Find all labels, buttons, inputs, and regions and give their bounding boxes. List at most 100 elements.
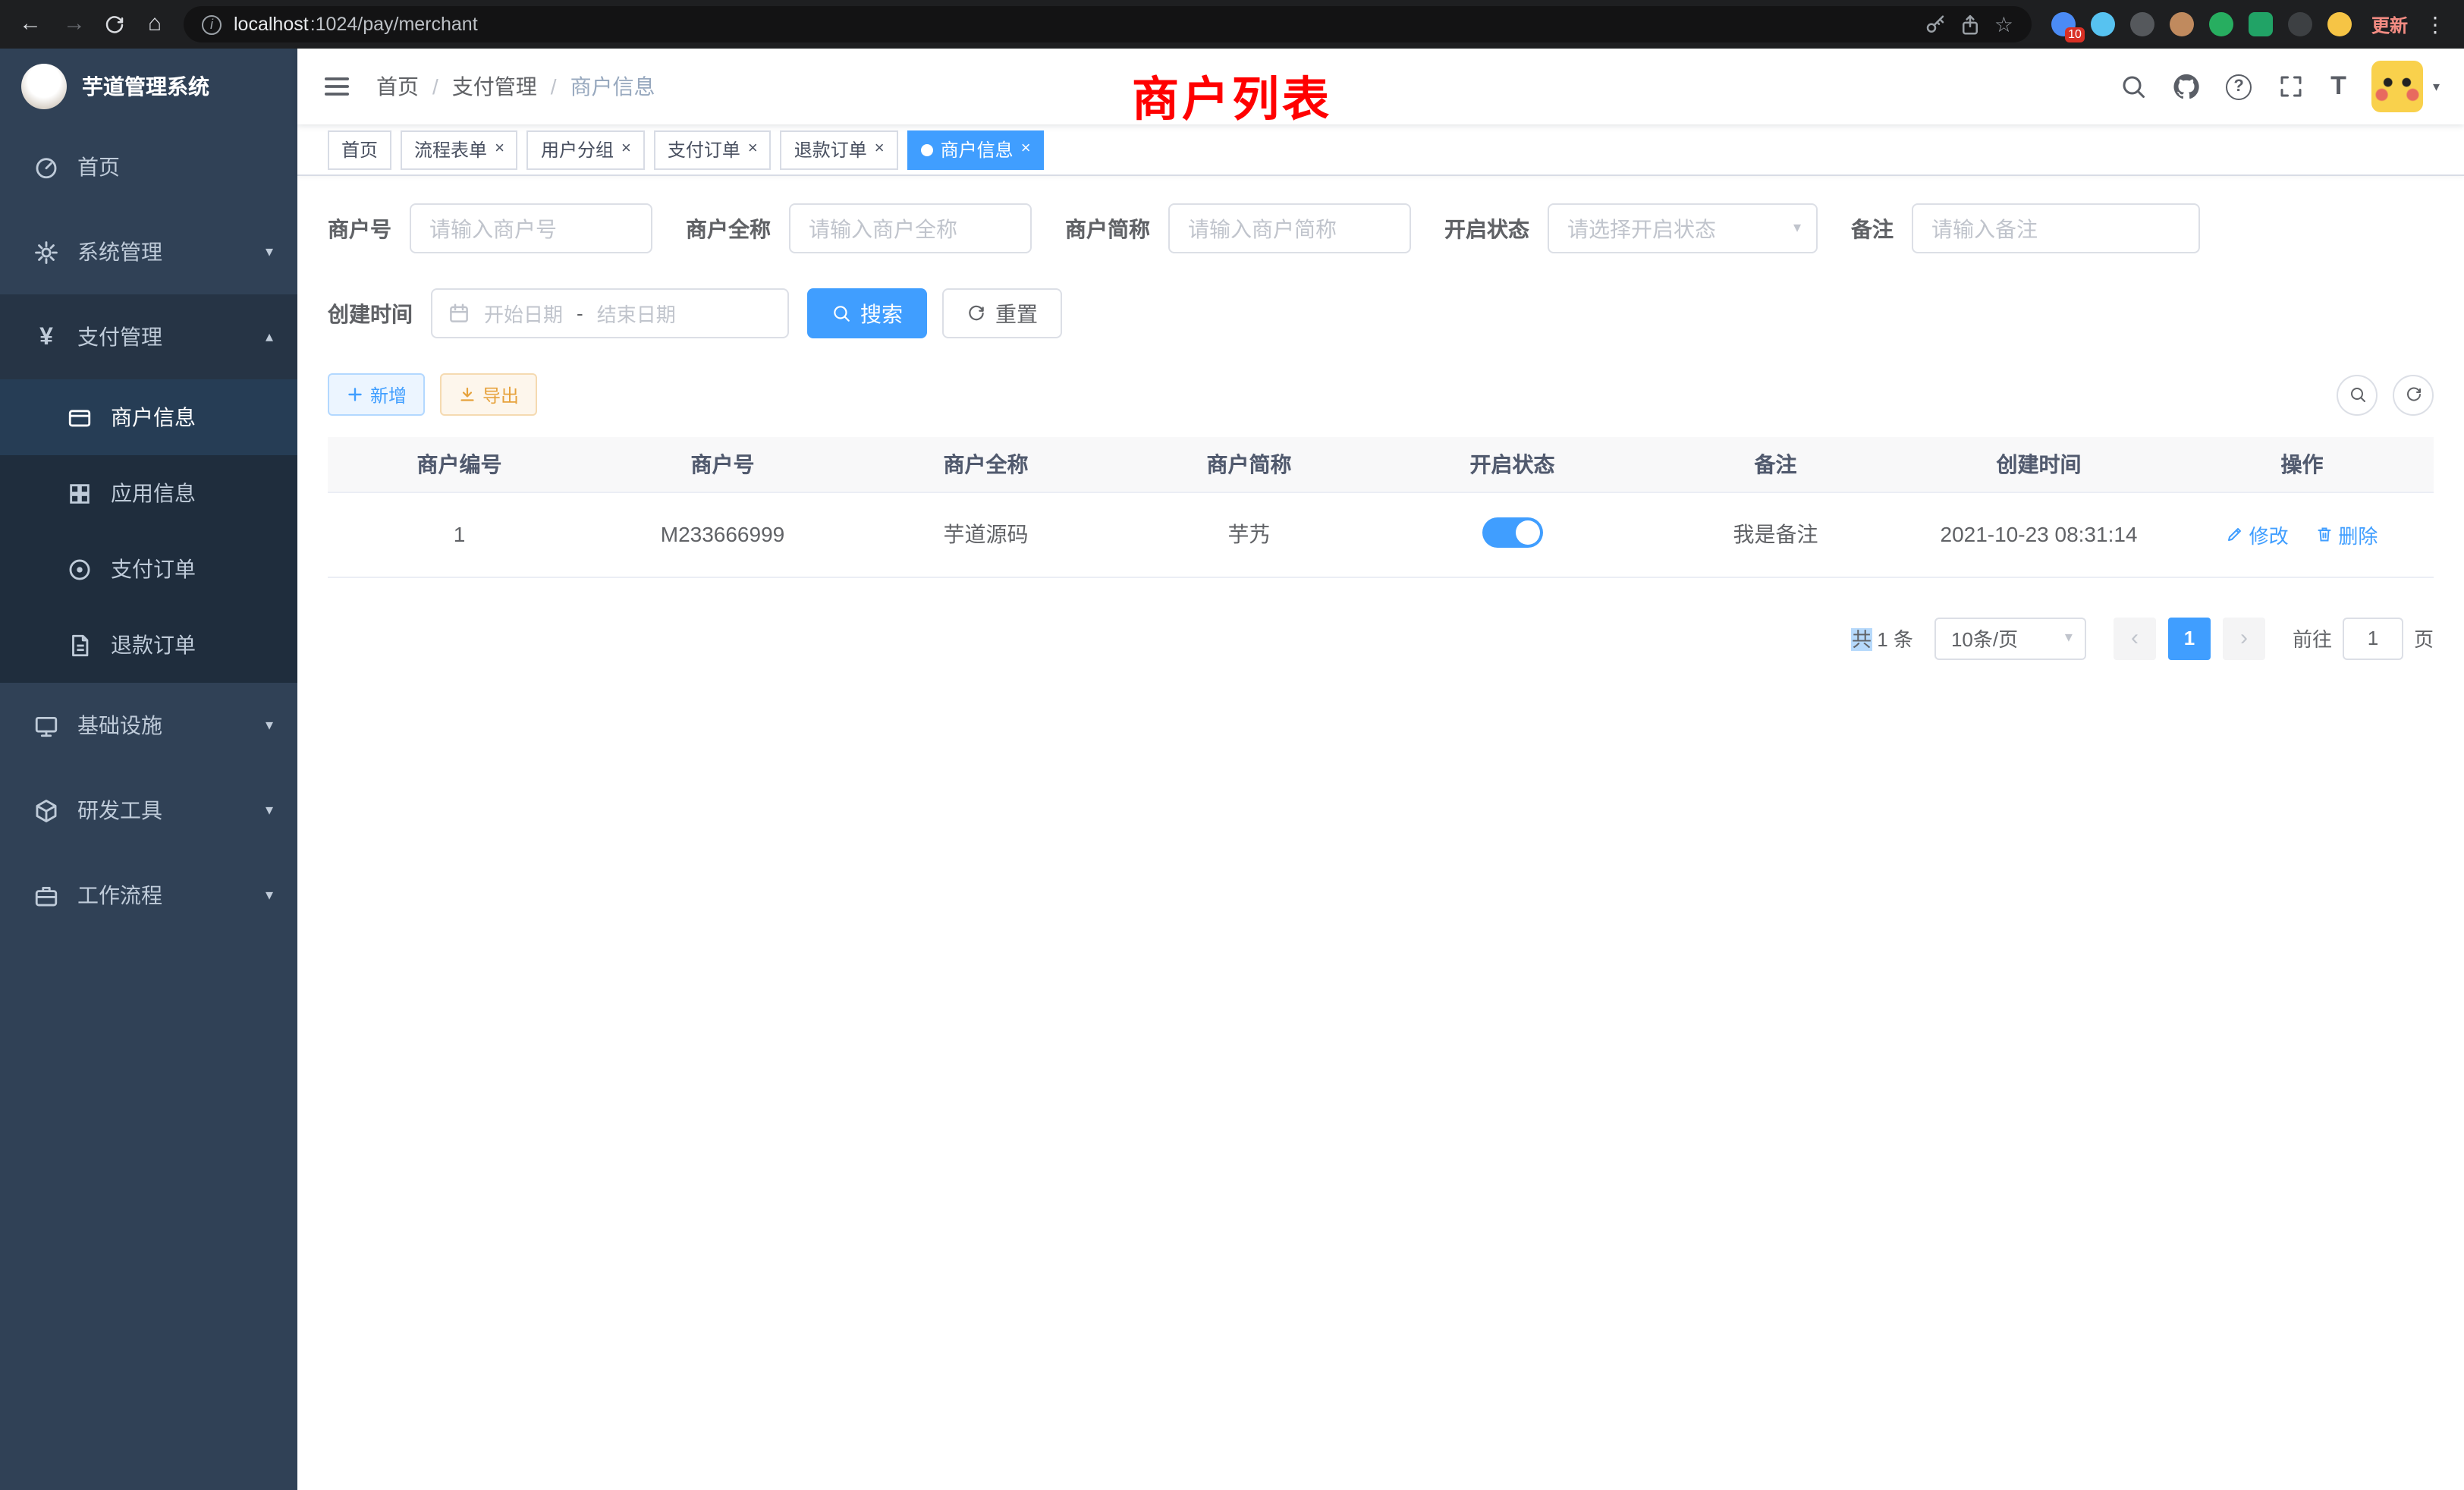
sidebar-item-pay-order[interactable]: 支付订单 [0,531,297,607]
app-logo[interactable]: 芋道管理系统 [0,49,297,124]
help-icon[interactable]: ? [2226,74,2252,99]
share-icon[interactable] [1960,13,1982,36]
fullscreen-icon[interactable] [2277,73,2305,100]
close-icon[interactable]: × [495,141,504,158]
edit-button[interactable]: 修改 [2227,520,2289,549]
tab-merchant-info[interactable]: 商户信息 × [907,130,1045,169]
sidebar-item-infrastructure[interactable]: 基础设施 ▾ [0,683,297,768]
full-name-label: 商户全称 [686,213,771,244]
status-toggle[interactable] [1482,517,1543,547]
merchant-no-input[interactable] [410,203,652,253]
github-icon[interactable] [2173,73,2200,100]
add-button[interactable]: 新增 [328,373,425,416]
export-button[interactable]: 导出 [440,373,537,416]
merchant-table: 商户编号 商户号 商户全称 商户简称 开启状态 备注 创建时间 操作 1 [328,437,2434,577]
sidebar-item-merchant-info[interactable]: 商户信息 [0,379,297,455]
sidebar-item-label: 工作流程 [77,880,162,910]
browser-reload-button[interactable] [103,13,126,36]
tab-home[interactable]: 首页 [328,130,391,169]
close-icon[interactable]: × [1021,141,1031,158]
close-icon[interactable]: × [875,141,885,158]
browser-back-button[interactable]: ← [15,0,46,49]
refresh-table-button[interactable] [2393,374,2434,415]
close-icon[interactable]: × [621,141,631,158]
start-date-placeholder: 开始日期 [484,299,563,328]
close-icon[interactable]: × [748,141,758,158]
full-name-input[interactable] [789,203,1032,253]
extension-icon-7[interactable] [2288,12,2312,36]
yen-icon: ¥ [33,324,59,350]
hamburger-icon[interactable] [322,71,352,102]
top-navbar: 首页 / 支付管理 / 商户信息 商户列表 ? T ▾ [297,49,2464,124]
briefcase-icon [33,882,59,908]
calendar-icon [448,302,470,325]
user-menu[interactable]: ▾ [2372,61,2440,112]
browser-forward-button[interactable]: → [59,0,90,49]
chevron-up-icon: ▴ [266,328,273,345]
remark-input[interactable] [1912,203,2200,253]
sidebar-item-refund-order[interactable]: 退款订单 [0,607,297,683]
refresh-icon [2404,385,2422,404]
extension-icon-5[interactable] [2209,12,2233,36]
cell-merchant-id: 1 [328,492,591,577]
extension-icon-4[interactable] [2170,12,2194,36]
user-avatar [2372,61,2424,112]
address-bar[interactable]: i localhost :1024/pay/merchant ☆ [184,6,2032,42]
credit-card-icon [67,404,93,430]
search-icon[interactable] [2120,73,2147,100]
site-info-icon[interactable]: i [202,14,222,34]
page-size-select[interactable]: 10条/页 ▾ [1934,617,2086,659]
profile-avatar-icon[interactable] [2327,12,2352,36]
breadcrumb-separator: / [432,74,438,99]
page-number-1[interactable]: 1 [2168,617,2211,659]
sidebar-item-home[interactable]: 首页 [0,124,297,209]
status-select[interactable]: 请选择开启状态 ▾ [1548,203,1818,253]
breadcrumb-payment[interactable]: 支付管理 [452,71,537,102]
extension-icon-2[interactable] [2091,12,2115,36]
sidebar-item-system[interactable]: 系统管理 ▾ [0,209,297,294]
chrome-update-button[interactable]: 更新 [2371,11,2408,37]
table-header-row: 商户编号 商户号 商户全称 商户简称 开启状态 备注 创建时间 操作 [328,437,2434,492]
merchant-no-label: 商户号 [328,213,391,244]
page-content: 商户号 商户全称 商户简称 开启状态 请选择开启状态 [297,176,2464,1490]
screen: ← → ⌂ i localhost :1024/pay/merchant ☆ 1… [0,0,2464,1490]
browser-home-button[interactable]: ⌂ [140,0,170,49]
toggle-search-button[interactable] [2337,374,2378,415]
delete-button[interactable]: 删除 [2315,520,2378,549]
bookmark-star-icon[interactable]: ☆ [1994,6,2013,42]
browser-chrome: ← → ⌂ i localhost :1024/pay/merchant ☆ 1… [0,0,2464,49]
extension-badge: 10 [2065,27,2085,42]
next-page-button[interactable]: › [2223,617,2265,659]
cell-remark: 我是备注 [1644,492,1907,577]
short-name-input[interactable] [1168,203,1411,253]
extension-icon-3[interactable] [2130,12,2154,36]
chevron-down-icon: ▾ [266,244,273,260]
password-key-icon[interactable] [1925,13,1947,36]
cell-short-name: 芋艿 [1117,492,1381,577]
url-host: localhost [234,14,309,35]
goto-page-input[interactable] [2343,617,2403,659]
sidebar-item-dev-tools[interactable]: 研发工具 ▾ [0,768,297,853]
sidebar: 芋道管理系统 首页 系统管理 ▾ ¥ 支付管理 ▴ 商户信息 [0,49,297,1490]
sidebar-item-workflow[interactable]: 工作流程 ▾ [0,853,297,938]
extension-icon-1[interactable]: 10 [2051,12,2076,36]
reset-button[interactable]: 重置 [942,288,1062,338]
sidebar-item-app-info[interactable]: 应用信息 [0,455,297,531]
search-button[interactable]: 搜索 [807,288,927,338]
sidebar-item-label: 支付管理 [77,322,162,352]
tab-process-form[interactable]: 流程表单 × [401,130,518,169]
tab-refund-order[interactable]: 退款订单 × [781,130,898,169]
tab-user-group[interactable]: 用户分组 × [527,130,645,169]
breadcrumb-home[interactable]: 首页 [376,71,419,102]
font-size-icon[interactable]: T [2330,73,2346,100]
sidebar-item-payment[interactable]: ¥ 支付管理 ▴ [0,294,297,379]
navbar-actions: ? T ▾ [2120,61,2440,112]
tab-pay-order[interactable]: 支付订单 × [654,130,772,169]
create-time-range-picker[interactable]: 开始日期 - 结束日期 [431,288,789,338]
prev-page-button[interactable]: ‹ [2114,617,2156,659]
extension-icon-6[interactable] [2249,12,2273,36]
cell-merchant-no: M233666999 [591,492,854,577]
browser-menu-icon[interactable]: ⋮ [2422,11,2449,37]
col-actions: 操作 [2170,437,2434,492]
refresh-icon [966,303,986,323]
